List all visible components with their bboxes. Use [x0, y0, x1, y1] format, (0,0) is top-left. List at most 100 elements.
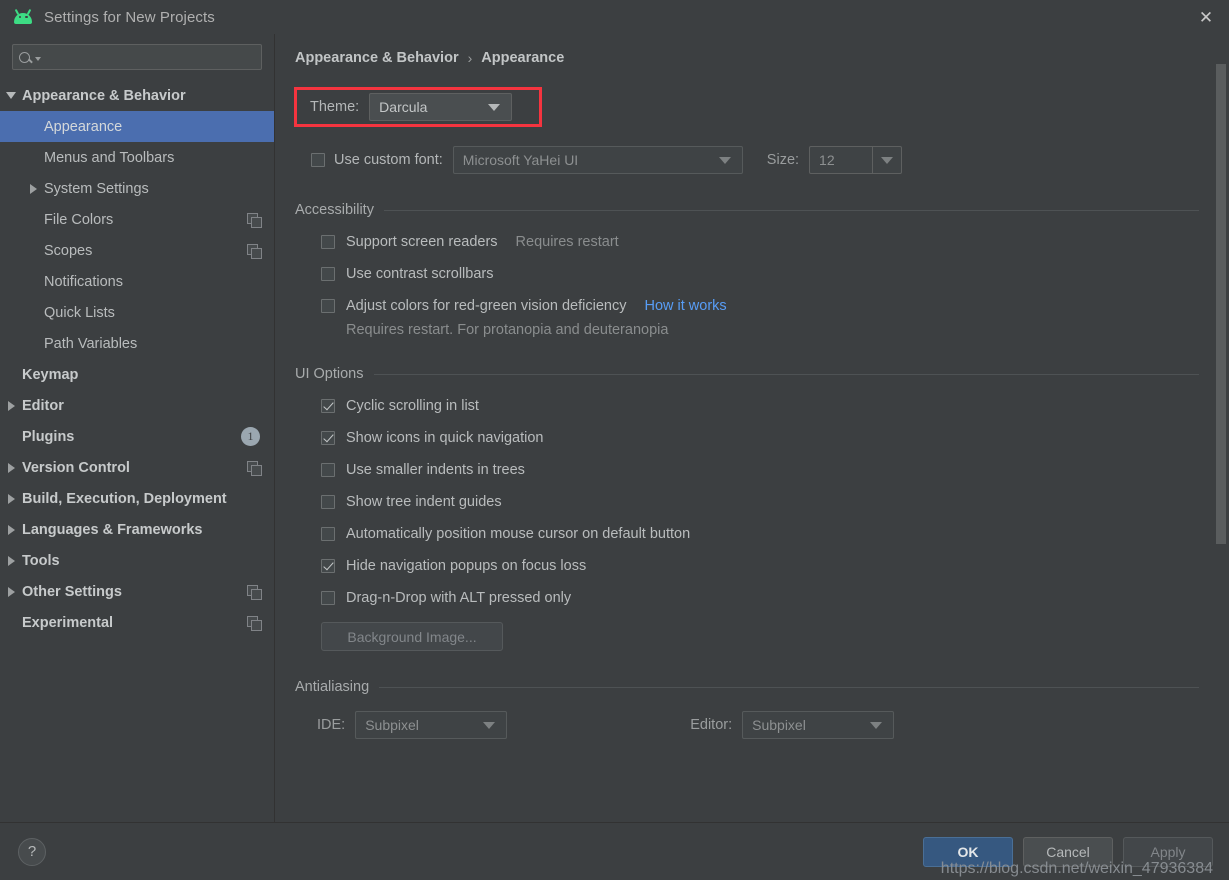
sidebar-item-plugins[interactable]: Plugins 1: [0, 421, 274, 452]
checkbox-label: Hide navigation popups on focus loss: [346, 558, 587, 574]
ide-antialiasing-dropdown[interactable]: Subpixel: [355, 711, 508, 739]
accessibility-option-row: Use contrast scrollbars: [293, 266, 1199, 282]
chevron-right-icon[interactable]: [0, 400, 22, 411]
theme-dropdown[interactable]: Darcula: [369, 93, 513, 121]
sidebar-item-quick-lists[interactable]: Quick Lists: [0, 297, 274, 328]
font-size-stepper[interactable]: 12: [809, 146, 903, 174]
chevron-right-icon[interactable]: [0, 462, 22, 473]
main-scrollbar[interactable]: [1216, 64, 1226, 814]
sidebar-item-appearance[interactable]: Appearance: [0, 111, 274, 142]
divider: [379, 686, 1199, 688]
sidebar-item-notifications[interactable]: Notifications: [0, 266, 274, 297]
use-custom-font-label: Use custom font:: [334, 152, 443, 168]
scrollbar-thumb[interactable]: [1216, 64, 1226, 544]
search-icon: [19, 51, 30, 63]
sidebar-item-version-control[interactable]: Version Control: [0, 452, 274, 483]
sidebar-item-menus-and-toolbars[interactable]: Menus and Toolbars: [0, 142, 274, 173]
sidebar-item-build-execution-deployment[interactable]: Build, Execution, Deployment: [0, 483, 274, 514]
checkbox[interactable]: [321, 495, 335, 509]
checkbox-label: Show icons in quick navigation: [346, 430, 544, 446]
accessibility-subnote: Requires restart. For protanopia and deu…: [346, 322, 669, 338]
breadcrumb-root[interactable]: Appearance & Behavior: [295, 50, 459, 66]
antialiasing-section-header: Antialiasing: [293, 679, 1199, 695]
cancel-button[interactable]: Cancel: [1023, 836, 1113, 867]
divider: [383, 209, 1199, 211]
sidebar-item-label: Build, Execution, Deployment: [22, 490, 227, 507]
checkbox-label: Use smaller indents in trees: [346, 462, 525, 478]
checkbox[interactable]: [321, 267, 335, 281]
ui-options-list: Cyclic scrolling in list Show icons in qu…: [293, 398, 1199, 606]
sidebar-item-other-settings[interactable]: Other Settings: [0, 576, 274, 607]
checkbox[interactable]: [321, 299, 335, 313]
chevron-right-icon[interactable]: [22, 183, 44, 194]
sidebar-item-label: Other Settings: [22, 583, 122, 600]
sidebar-item-path-variables[interactable]: Path Variables: [0, 328, 274, 359]
sidebar-item-label: Notifications: [44, 273, 123, 290]
checkbox-label: Adjust colors for red-green vision defic…: [346, 298, 627, 314]
background-image-button[interactable]: Background Image...: [321, 622, 503, 651]
sidebar-item-editor[interactable]: Editor: [0, 390, 274, 421]
ui-option-row: Automatically position mouse cursor on d…: [293, 526, 1199, 542]
sidebar-item-tools[interactable]: Tools: [0, 545, 274, 576]
sidebar-item-file-colors[interactable]: File Colors: [0, 204, 274, 235]
ui-option-row: Show icons in quick navigation: [293, 430, 1199, 446]
sidebar-item-scopes[interactable]: Scopes: [0, 235, 274, 266]
theme-value: Darcula: [379, 99, 428, 115]
use-custom-font-checkbox[interactable]: [311, 153, 325, 167]
settings-main-panel: Appearance & Behavior › Appearance Theme…: [275, 34, 1229, 822]
sidebar-item-label: Path Variables: [44, 335, 138, 352]
breadcrumb: Appearance & Behavior › Appearance: [293, 50, 1199, 66]
chevron-right-icon[interactable]: [0, 493, 22, 504]
chevron-right-icon[interactable]: [0, 524, 22, 535]
editor-antialiasing-dropdown[interactable]: Subpixel: [742, 711, 895, 739]
antialiasing-title: Antialiasing: [295, 679, 370, 695]
checkbox[interactable]: [321, 431, 335, 445]
checkbox[interactable]: [321, 559, 335, 573]
checkbox[interactable]: [321, 235, 335, 249]
ui-option-row: Cyclic scrolling in list: [293, 398, 1199, 414]
ok-button[interactable]: OK: [923, 836, 1013, 867]
search-input[interactable]: [45, 49, 255, 65]
checkbox[interactable]: [321, 399, 335, 413]
tree-arrow: [6, 92, 16, 99]
checkbox-label: Drag-n-Drop with ALT pressed only: [346, 590, 572, 606]
how-it-works-link[interactable]: How it works: [644, 298, 726, 314]
title-bar: Settings for New Projects ✕: [0, 0, 1229, 34]
antialiasing-row: IDE: Subpixel Editor: Subpixel: [293, 711, 1199, 739]
font-size-dropdown-button[interactable]: [872, 147, 901, 173]
sidebar-item-experimental[interactable]: Experimental: [0, 607, 274, 638]
chevron-down-icon[interactable]: [0, 92, 22, 99]
help-button[interactable]: ?: [18, 837, 46, 866]
tree-arrow: [29, 183, 37, 194]
accessibility-options: Support screen readers Requires restart Us…: [293, 234, 1199, 314]
chevron-right-icon[interactable]: [0, 555, 22, 566]
checkbox[interactable]: [321, 527, 335, 541]
chevron-right-icon[interactable]: [0, 586, 22, 597]
checkbox-label: Show tree indent guides: [346, 494, 502, 510]
chevron-down-icon: [35, 56, 41, 61]
sidebar-item-languages-frameworks[interactable]: Languages & Frameworks: [0, 514, 274, 545]
close-icon[interactable]: ✕: [1183, 0, 1229, 34]
dialog-body: Appearance & Behavior Appearance Menus and…: [0, 34, 1229, 822]
chevron-down-icon: [483, 721, 496, 729]
tree-arrow: [7, 586, 15, 597]
custom-font-dropdown[interactable]: Microsoft YaHei UI: [452, 146, 743, 174]
checkbox[interactable]: [321, 591, 335, 605]
window-title: Settings for New Projects: [44, 8, 215, 26]
dialog-footer: ? OK Cancel Apply: [0, 822, 1229, 880]
sidebar-item-label: Quick Lists: [44, 304, 115, 321]
settings-tree: Appearance & Behavior Appearance Menus and…: [0, 80, 274, 822]
custom-font-row: Use custom font: Microsoft YaHei UI Size…: [293, 146, 1199, 174]
status-badge: 1: [241, 427, 260, 446]
accessibility-option-row: Support screen readers Requires restart: [293, 234, 1199, 250]
sidebar-item-label: Version Control: [22, 459, 130, 476]
font-size-label: Size:: [766, 152, 800, 168]
checkbox[interactable]: [321, 463, 335, 477]
tree-arrow: [7, 524, 15, 535]
sidebar-item-appearance-behavior[interactable]: Appearance & Behavior: [0, 80, 274, 111]
sidebar-item-label: File Colors: [44, 211, 114, 228]
sidebar-item-system-settings[interactable]: System Settings: [0, 173, 274, 204]
apply-button[interactable]: Apply: [1123, 836, 1213, 867]
sidebar-item-keymap[interactable]: Keymap: [0, 359, 274, 390]
search-box[interactable]: [12, 44, 262, 70]
